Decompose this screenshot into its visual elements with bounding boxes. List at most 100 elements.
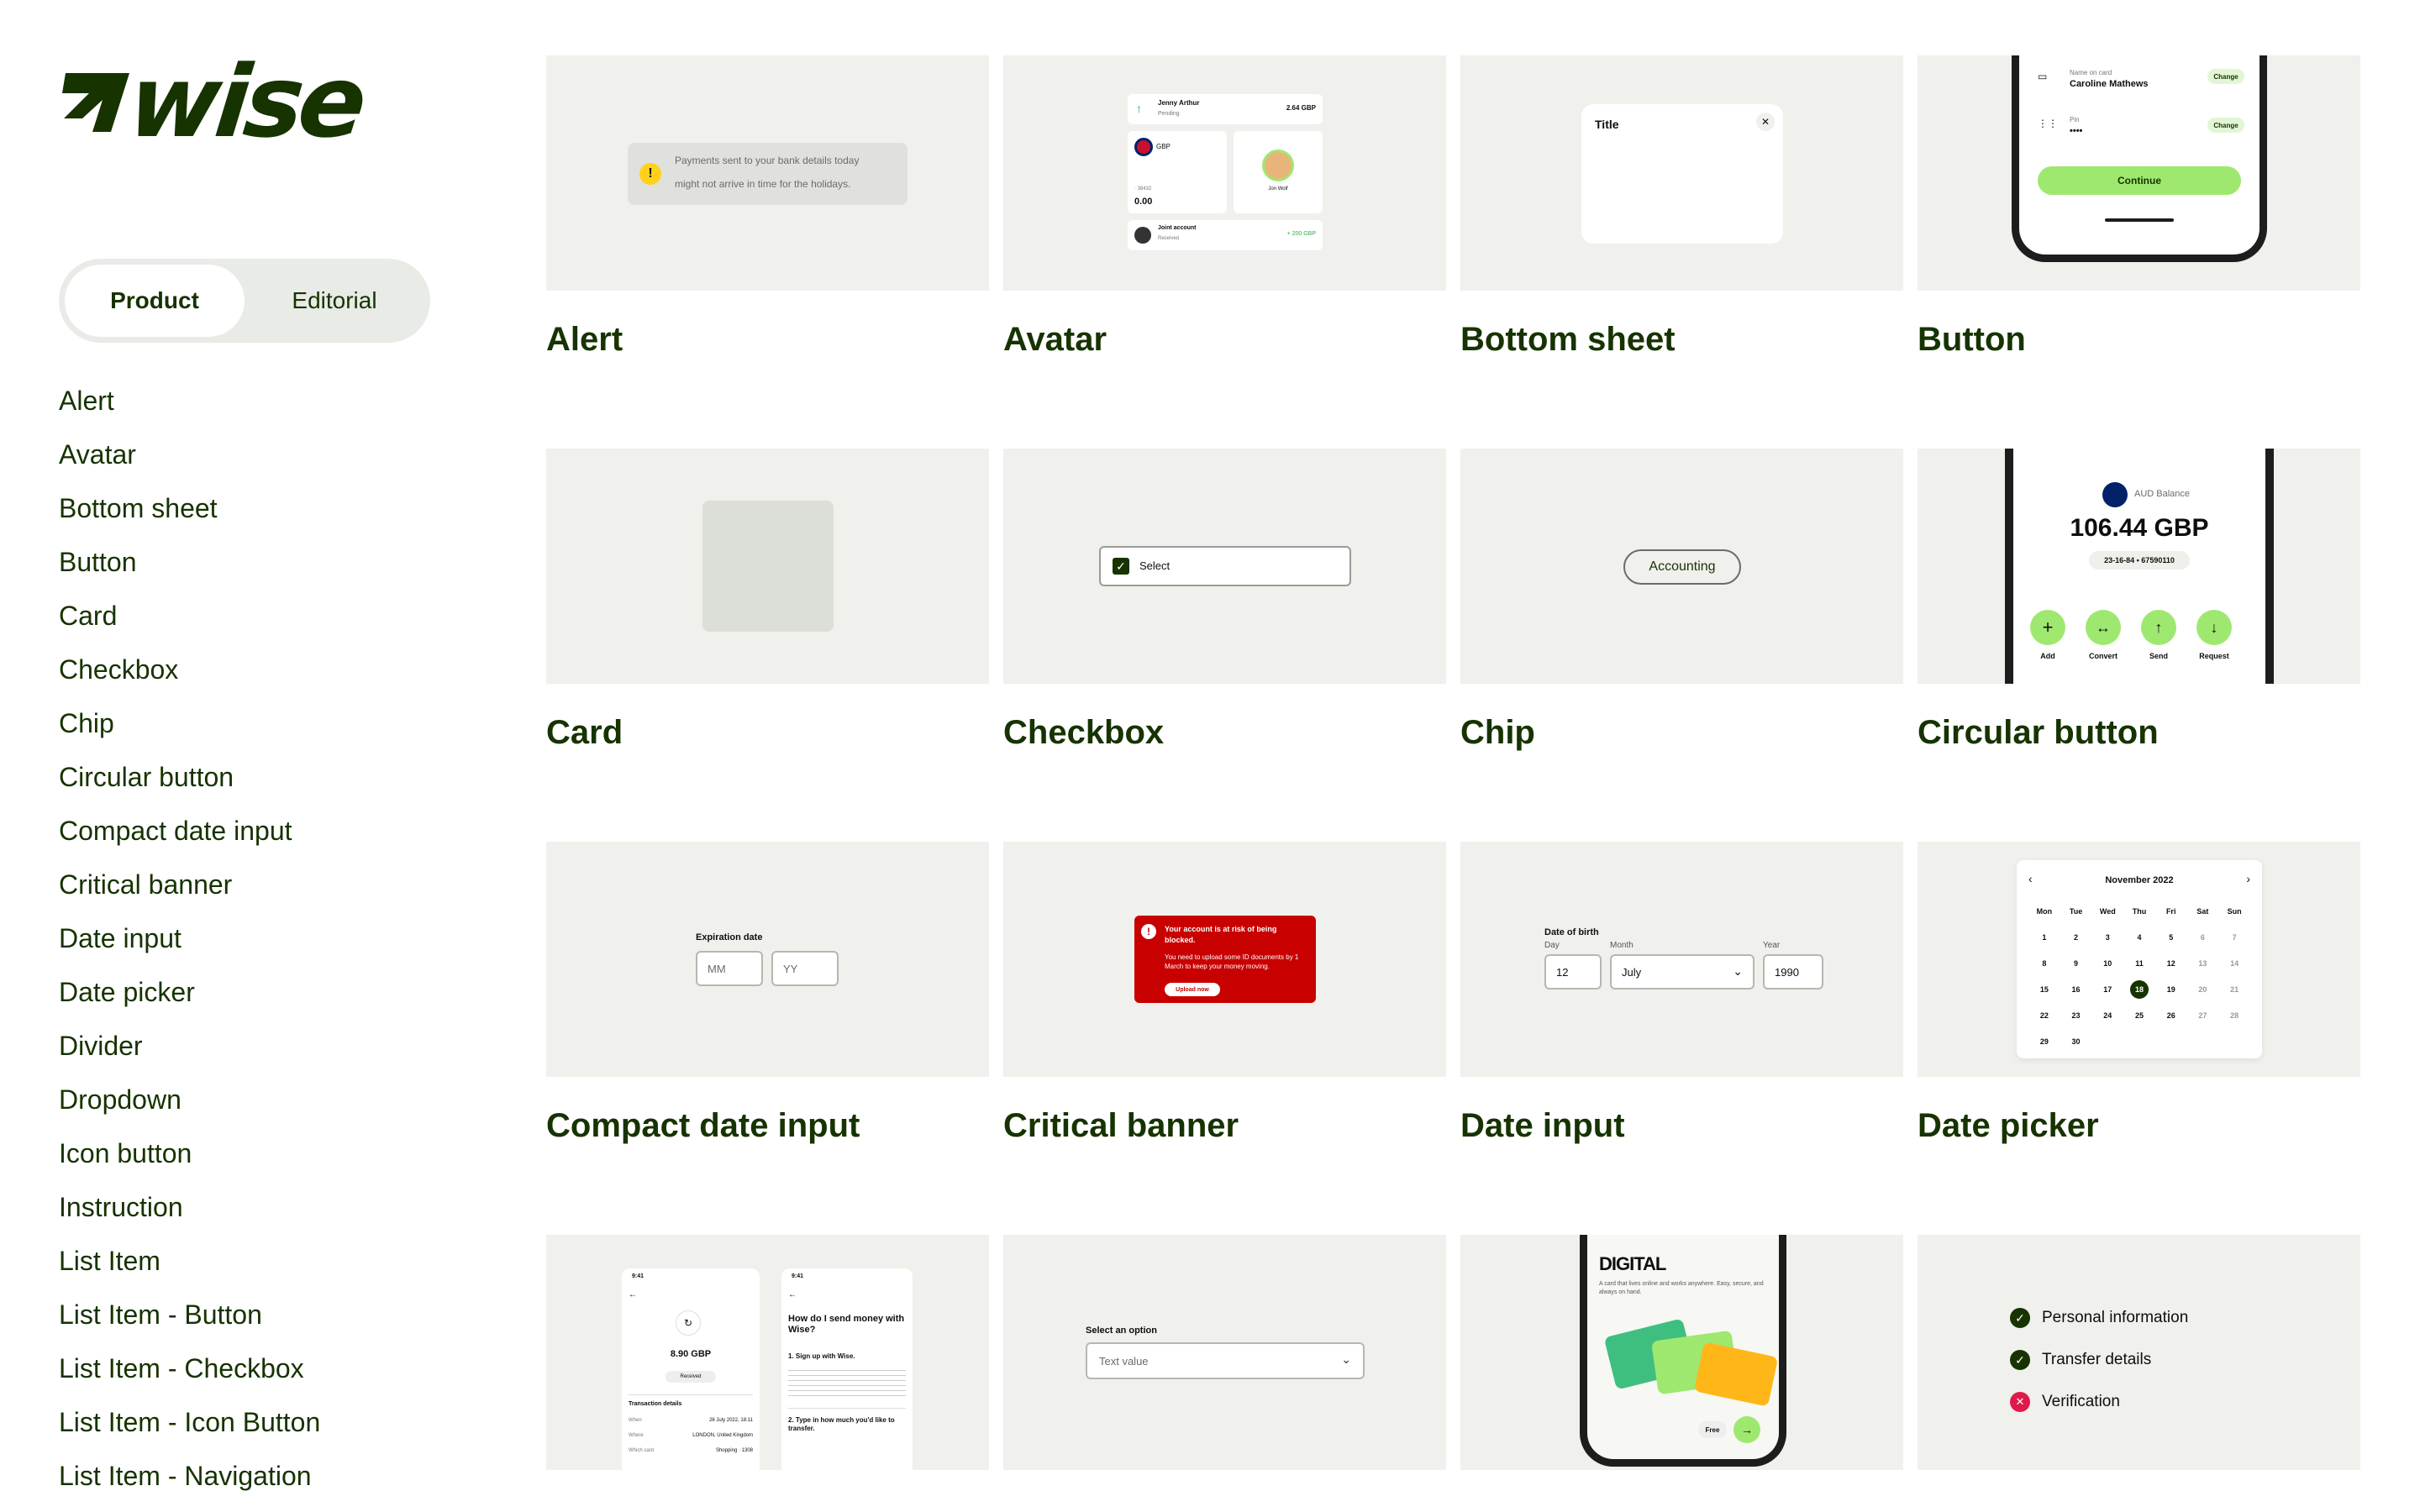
- calendar-day[interactable]: 2: [2067, 928, 2086, 947]
- card-title: Button: [1918, 321, 2026, 358]
- calendar-day[interactable]: 19: [2162, 980, 2181, 999]
- checkbox-preview[interactable]: ✓ Select: [1099, 546, 1351, 586]
- calendar-day[interactable]: 12: [2162, 954, 2181, 973]
- card-avatar[interactable]: ↑ Jenny Arthur Pending 2.64 GBP GBP · 38…: [1003, 55, 1446, 359]
- card-chip[interactable]: Accounting Chip: [1460, 449, 1903, 752]
- calendar-day[interactable]: 7: [2225, 928, 2244, 947]
- calendar-day[interactable]: 18: [2130, 980, 2149, 999]
- change-button[interactable]: Change: [2207, 69, 2244, 84]
- request-icon[interactable]: ↓: [2196, 610, 2232, 645]
- nav-item-alert[interactable]: Alert: [59, 374, 320, 428]
- continue-button[interactable]: Continue: [2038, 166, 2241, 195]
- nav-item-list-item[interactable]: List Item: [59, 1234, 320, 1288]
- card-button[interactable]: ▭ Name on card Caroline Mathews Change ⋮…: [1918, 55, 2360, 359]
- year-input[interactable]: 1990: [1763, 954, 1823, 990]
- calendar-day[interactable]: 13: [2193, 954, 2212, 973]
- nav-item-instruction[interactable]: Instruction: [59, 1180, 320, 1234]
- card-card[interactable]: Card: [546, 449, 989, 752]
- calendar-day[interactable]: 17: [2098, 980, 2117, 999]
- upload-button[interactable]: Upload now: [1165, 983, 1220, 996]
- calendar-day[interactable]: 16: [2067, 980, 2086, 999]
- card-bottom-sheet[interactable]: Title ✕ Bottom sheet: [1460, 55, 1903, 359]
- back-arrow-icon[interactable]: ←: [788, 1290, 797, 1299]
- card-checkbox[interactable]: ✓ Select Checkbox: [1003, 449, 1446, 752]
- back-arrow-icon[interactable]: ←: [629, 1290, 637, 1299]
- calendar-day[interactable]: 30: [2067, 1032, 2086, 1051]
- nav-item-critical-banner[interactable]: Critical banner: [59, 858, 320, 911]
- card-date-input[interactable]: Date of birth Day Month Year 12 July ⌄ 1…: [1460, 842, 1903, 1145]
- account-details-chip[interactable]: 23-16-84 • 67590110: [2089, 551, 2190, 570]
- nav-item-date-picker[interactable]: Date picker: [59, 965, 320, 1019]
- calendar-day[interactable]: 29: [2035, 1032, 2054, 1051]
- chevron-right-icon[interactable]: ›: [2246, 872, 2250, 885]
- calendar-day[interactable]: 9: [2067, 954, 2086, 973]
- calendar-day[interactable]: 20: [2193, 980, 2212, 999]
- card-divider[interactable]: 9:41 ← ↻ 8.90 GBP Received Transaction d…: [546, 1235, 989, 1470]
- calendar-day[interactable]: 22: [2035, 1006, 2054, 1025]
- card-circular-button[interactable]: AUD Balance 106.44 GBP 23-16-84 • 675901…: [1918, 449, 2360, 752]
- switch-product[interactable]: Product: [65, 265, 245, 337]
- detail-label: When: [629, 1418, 642, 1423]
- nav-item-compact-date-input[interactable]: Compact date input: [59, 804, 320, 858]
- calendar-day[interactable]: 1: [2035, 928, 2054, 947]
- nav-item-chip[interactable]: Chip: [59, 696, 320, 750]
- calendar-day[interactable]: 4: [2130, 928, 2149, 947]
- calendar-day[interactable]: 10: [2098, 954, 2117, 973]
- day-input[interactable]: 12: [1544, 954, 1602, 990]
- wise-logo[interactable]: wise: [59, 44, 367, 160]
- component-nav: Alert Avatar Bottom sheet Button Card Ch…: [59, 374, 320, 1503]
- calendar-day[interactable]: 8: [2035, 954, 2054, 973]
- field-label: Pin: [2070, 116, 2080, 123]
- nav-item-button[interactable]: Button: [59, 535, 320, 589]
- dropdown-select[interactable]: Text value ⌄: [1086, 1342, 1365, 1379]
- nav-item-list-item-button[interactable]: List Item - Button: [59, 1288, 320, 1341]
- nav-item-list-item-checkbox[interactable]: List Item - Checkbox: [59, 1341, 320, 1395]
- card-instruction[interactable]: ✓ Personal information ✓ Transfer detail…: [1918, 1235, 2360, 1470]
- card-dropdown[interactable]: Select an option Text value ⌄: [1003, 1235, 1446, 1470]
- month-select[interactable]: July ⌄: [1610, 954, 1754, 990]
- calendar-day[interactable]: 14: [2225, 954, 2244, 973]
- year-input[interactable]: YY: [771, 951, 839, 986]
- calendar-day[interactable]: 25: [2130, 1006, 2149, 1025]
- calendar-day[interactable]: 28: [2225, 1006, 2244, 1025]
- add-icon[interactable]: +: [2030, 610, 2065, 645]
- nav-item-checkbox[interactable]: Checkbox: [59, 643, 320, 696]
- calendar-day[interactable]: 27: [2193, 1006, 2212, 1025]
- calendar-day[interactable]: 5: [2162, 928, 2181, 947]
- calendar-day[interactable]: 15: [2035, 980, 2054, 999]
- nav-item-circular-button[interactable]: Circular button: [59, 750, 320, 804]
- arrow-up-icon: ↑: [1136, 102, 1142, 115]
- change-button[interactable]: Change: [2207, 118, 2244, 133]
- product-editorial-switch[interactable]: Product Editorial: [59, 259, 430, 343]
- nav-item-list-item-icon-button[interactable]: List Item - Icon Button: [59, 1395, 320, 1449]
- switch-editorial[interactable]: Editorial: [245, 265, 424, 337]
- card-critical-banner[interactable]: ! Your account is at risk of being block…: [1003, 842, 1446, 1145]
- card-alert[interactable]: ! Payments sent to your bank details tod…: [546, 55, 989, 359]
- calendar-day[interactable]: 21: [2225, 980, 2244, 999]
- nav-item-card[interactable]: Card: [59, 589, 320, 643]
- calendar-day[interactable]: 26: [2162, 1006, 2181, 1025]
- card-date-picker[interactable]: ‹ November 2022 › Mon Tue Wed Thu Fri Sat Sun 1…: [1918, 842, 2360, 1145]
- calendar-day[interactable]: 3: [2098, 928, 2117, 947]
- convert-icon[interactable]: ↔: [2086, 610, 2121, 645]
- calendar-day[interactable]: 11: [2130, 954, 2149, 973]
- weekday-label: Tue: [2069, 907, 2083, 916]
- month-input[interactable]: MM: [696, 951, 763, 986]
- nav-item-icon-button[interactable]: Icon button: [59, 1126, 320, 1180]
- nav-item-avatar[interactable]: Avatar: [59, 428, 320, 481]
- nav-item-list-item-navigation[interactable]: List Item - Navigation: [59, 1449, 320, 1503]
- close-icon[interactable]: ✕: [1756, 113, 1775, 131]
- arrow-right-icon[interactable]: →: [1733, 1416, 1760, 1443]
- card-icon-button[interactable]: DIGITAL A card that lives online and wor…: [1460, 1235, 1903, 1470]
- nav-item-dropdown[interactable]: Dropdown: [59, 1073, 320, 1126]
- calendar-day[interactable]: 6: [2193, 928, 2212, 947]
- card-compact-date-input[interactable]: Expiration date MM YY Compact date input: [546, 842, 989, 1145]
- calendar-day[interactable]: 24: [2098, 1006, 2117, 1025]
- send-icon[interactable]: ↑: [2141, 610, 2176, 645]
- calendar-day[interactable]: 23: [2067, 1006, 2086, 1025]
- nav-item-date-input[interactable]: Date input: [59, 911, 320, 965]
- nav-item-divider[interactable]: Divider: [59, 1019, 320, 1073]
- chip-preview[interactable]: Accounting: [1623, 549, 1741, 585]
- card-title: Date picker: [1918, 1107, 2099, 1144]
- nav-item-bottom-sheet[interactable]: Bottom sheet: [59, 481, 320, 535]
